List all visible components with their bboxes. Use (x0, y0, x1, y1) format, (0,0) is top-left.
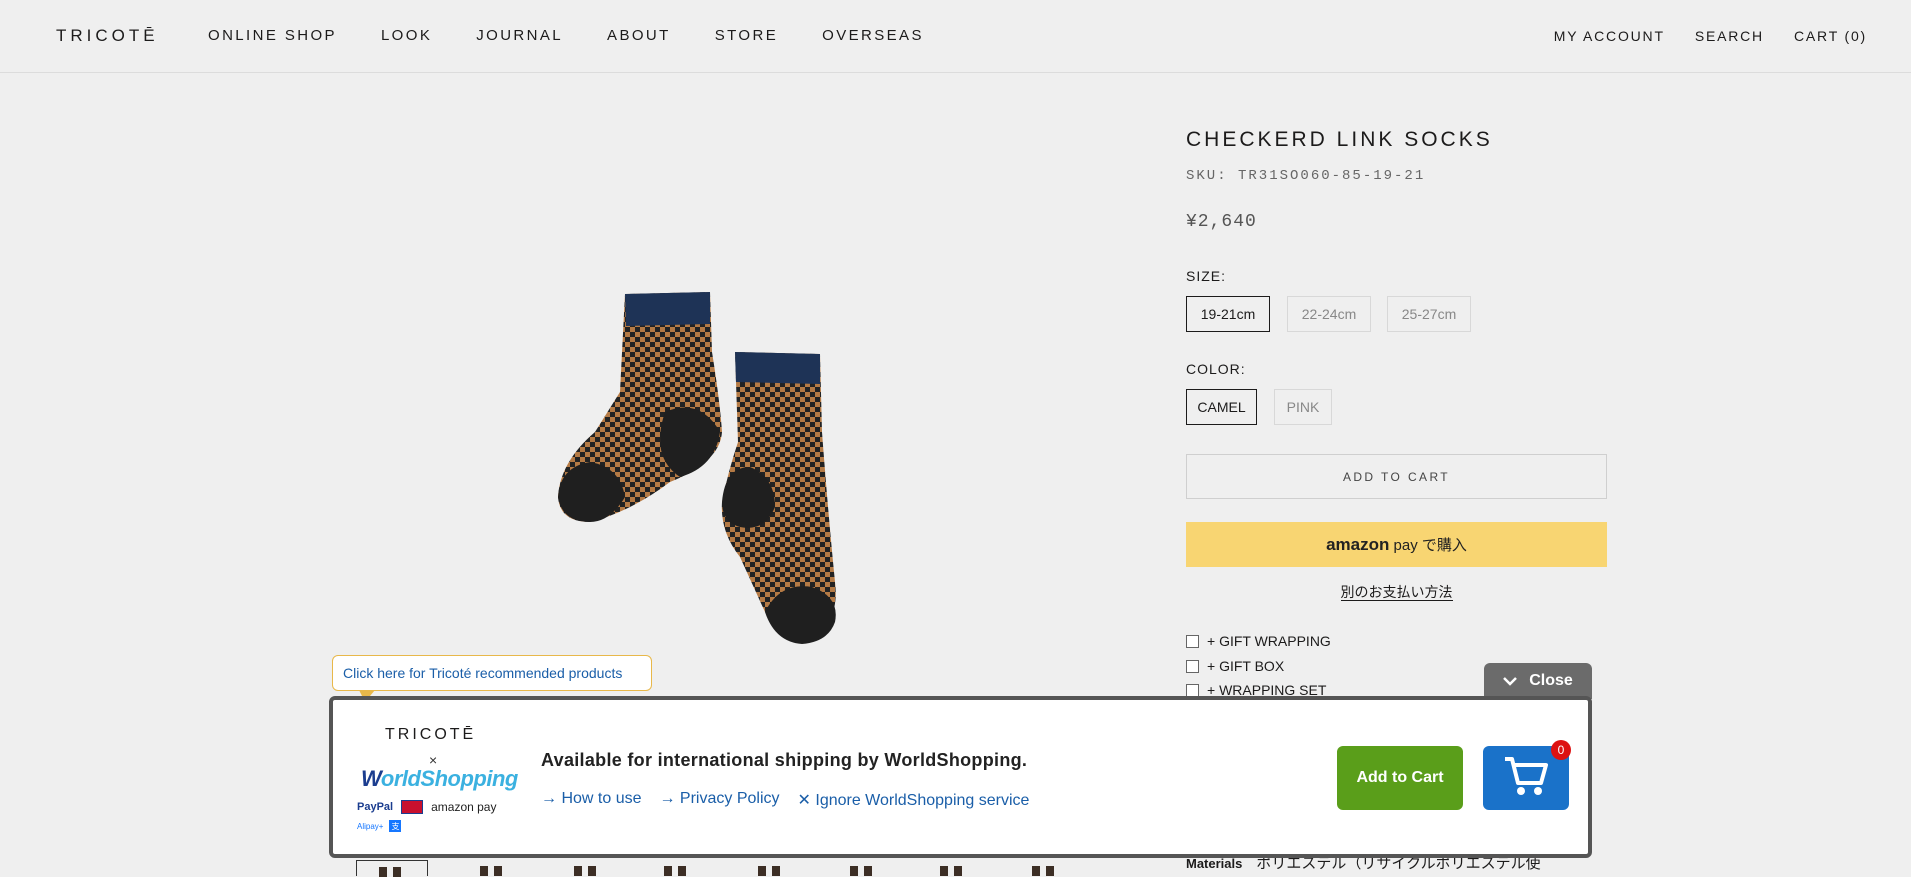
nav-look[interactable]: LOOK (381, 27, 432, 44)
ignore-service-link[interactable]: ✕ Ignore WorldShopping service (798, 790, 1030, 810)
size-label: SIZE: (1186, 268, 1227, 284)
thumbnail[interactable] (356, 860, 428, 877)
gift-wrapping-label: + GIFT WRAPPING (1207, 633, 1331, 649)
size-option-25-27[interactable]: 25-27cm (1387, 296, 1471, 332)
thumbnail[interactable] (638, 860, 710, 876)
cart-link[interactable]: CART (0) (1794, 28, 1867, 44)
thumbnail[interactable] (1014, 860, 1086, 876)
chevron-down-icon (1503, 673, 1518, 689)
thumbnail-strip (356, 860, 1108, 877)
header-utilities: MY ACCOUNT SEARCH CART (0) (1524, 28, 1867, 44)
close-label: Close (1529, 672, 1573, 689)
cart-icon (1503, 755, 1549, 802)
site-header: TRICOTĒ ONLINE SHOP LOOK JOURNAL ABOUT S… (0, 0, 1911, 73)
nav-about[interactable]: ABOUT (607, 27, 671, 44)
thumbnail[interactable] (920, 860, 992, 876)
amazon-pay-logo: amazon pay (431, 800, 497, 814)
thumbnail[interactable] (826, 860, 898, 876)
size-option-22-24[interactable]: 22-24cm (1287, 296, 1371, 332)
color-option-pink[interactable]: PINK (1274, 389, 1332, 425)
size-option-19-21[interactable]: 19-21cm (1186, 296, 1270, 332)
alipay-logo: Alipay+ (357, 821, 384, 831)
cart-count-badge: 0 (1551, 740, 1571, 760)
amazon-pay-button[interactable]: amazon pay で購入 (1186, 522, 1607, 567)
shop-logo: TRICOTĒ (385, 726, 477, 743)
worldshopping-logo: WorldShopping (361, 766, 518, 792)
search-link[interactable]: SEARCH (1695, 28, 1764, 44)
product-info: CHECKERD LINK SOCKS SKU: TR31SO060-85-19… (1186, 128, 1608, 872)
amazon-pay-suffix: pay で購入 (1393, 537, 1467, 554)
nav-journal[interactable]: JOURNAL (476, 27, 563, 44)
alt-payment-wrap: 別のお支払い方法 (1186, 582, 1607, 602)
alipay-logos: Alipay+ 支 (357, 820, 402, 832)
materials-label: Materials (1186, 856, 1243, 871)
recommended-products-tooltip[interactable]: Click here for Tricoté recommended produ… (332, 655, 652, 702)
nav-overseas[interactable]: OVERSEAS (822, 27, 924, 44)
worldshopping-banner: TRICOTĒ × WorldShopping PayPal amazon pa… (329, 696, 1592, 858)
product-sku: SKU: TR31SO060-85-19-21 (1186, 168, 1426, 184)
shipping-message: Available for international shipping by … (541, 750, 1028, 770)
alt-payment-link[interactable]: 別のお支払い方法 (1340, 584, 1453, 601)
how-to-use-link[interactable]: → How to use (541, 790, 641, 810)
worldshopping-close-button[interactable]: Close (1484, 663, 1592, 699)
gift-wrapping-option[interactable]: + GIFT WRAPPING (1186, 633, 1331, 649)
color-option-camel[interactable]: CAMEL (1186, 389, 1257, 425)
gift-box-checkbox[interactable] (1186, 659, 1199, 673)
payment-logos: PayPal amazon pay (357, 800, 496, 814)
my-account-link[interactable]: MY ACCOUNT (1554, 28, 1665, 44)
thumbnail[interactable] (450, 860, 522, 876)
alipay-icon: 支 (389, 820, 402, 832)
ws-add-to-cart-button[interactable]: Add to Cart (1337, 746, 1463, 810)
product-image[interactable] (550, 282, 900, 662)
worldshopping-logo-w: W (361, 766, 381, 791)
unionpay-icon (401, 800, 424, 814)
wrapping-set-checkbox[interactable] (1186, 683, 1199, 697)
thumbnail[interactable] (544, 860, 616, 876)
amazon-pay-brand: amazon (1326, 534, 1390, 554)
add-to-cart-button[interactable]: ADD TO CART (1186, 454, 1607, 499)
gift-box-label: + GIFT BOX (1207, 658, 1285, 674)
paypal-logo: PayPal (357, 801, 394, 813)
gift-box-option[interactable]: + GIFT BOX (1186, 658, 1284, 674)
worldshopping-links: → How to use → Privacy Policy ✕ Ignore W… (541, 790, 1047, 810)
gift-wrapping-checkbox[interactable] (1186, 634, 1199, 648)
nav-store[interactable]: STORE (715, 27, 778, 44)
nav-online-shop[interactable]: ONLINE SHOP (208, 27, 337, 44)
worldshopping-logo-rest: orldShopping (380, 766, 518, 791)
product-price: ¥2,640 (1186, 212, 1257, 232)
product-title: CHECKERD LINK SOCKS (1186, 128, 1493, 151)
site-logo[interactable]: TRICOTĒ (56, 26, 159, 46)
privacy-policy-link[interactable]: → Privacy Policy (659, 790, 779, 810)
main-nav: ONLINE SHOP LOOK JOURNAL ABOUT STORE OVE… (208, 27, 968, 44)
color-label: COLOR: (1186, 361, 1246, 377)
thumbnail[interactable] (732, 860, 804, 876)
